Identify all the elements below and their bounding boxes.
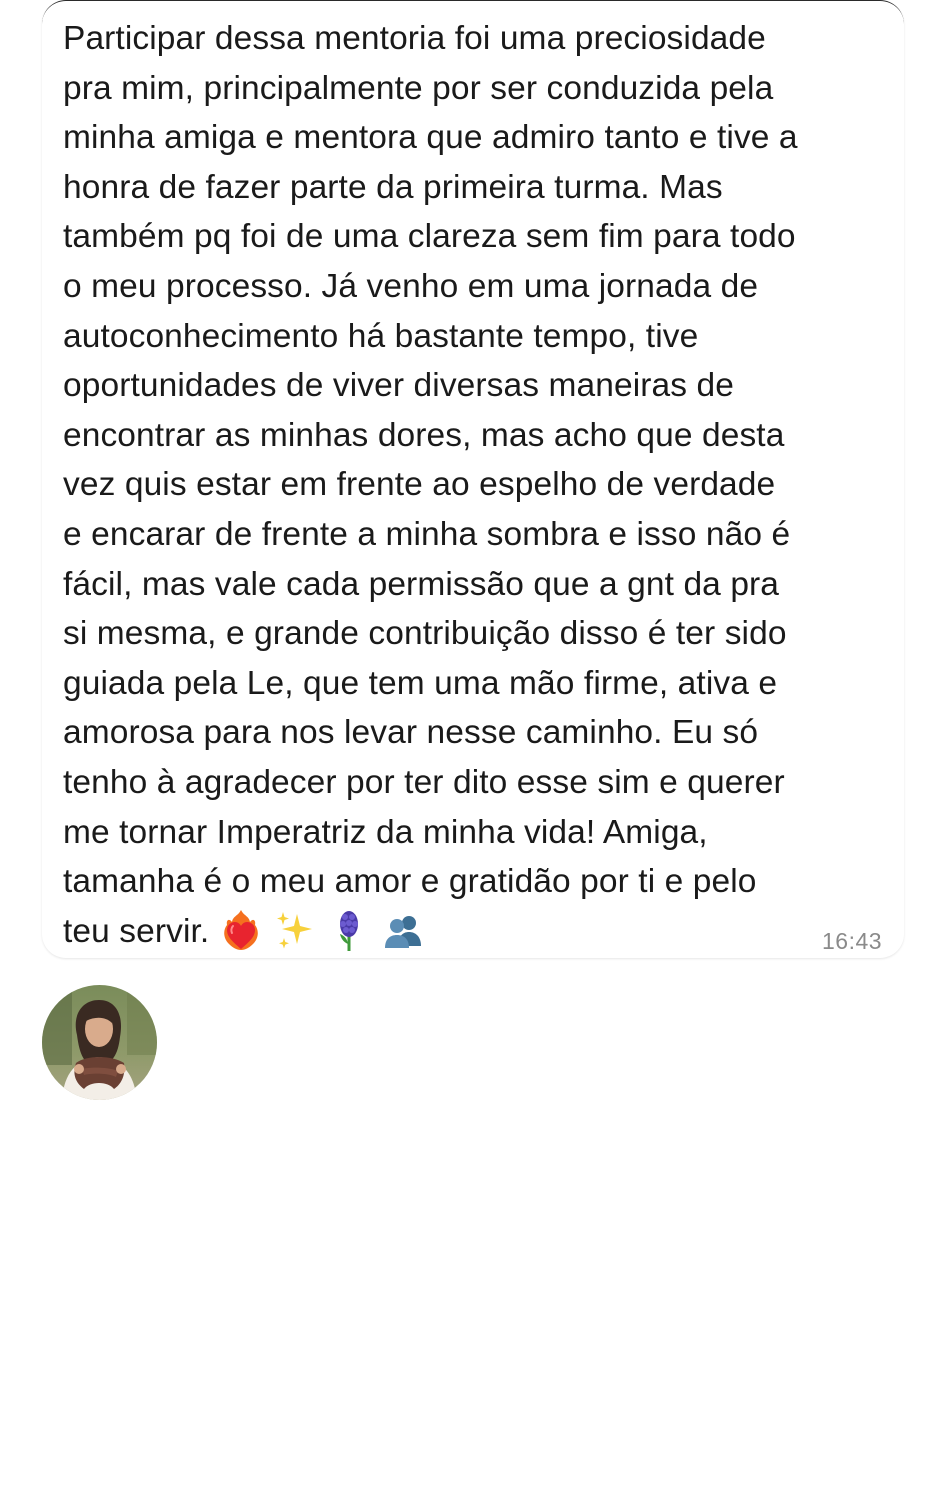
message-line: tamanha é o meu amor e gratidão por ti e… [63,863,757,901]
heart-on-fire-icon [219,908,263,952]
message-line: amorosa para nos levar nesse caminho. Eu… [63,714,759,752]
message-line: o meu processo. Já venho em uma jornada … [63,267,759,305]
hyacinth-icon [327,908,371,952]
message-line: autoconhecimento há bastante tempo, tive [63,317,699,355]
message-line: guiada pela Le, que tem uma mão firme, a… [63,664,778,702]
message-line: fácil, mas vale cada permissão que a gnt… [63,565,780,603]
message-timestamp: 16:43 [822,928,883,954]
message-line: encontrar as minhas dores, mas acho que … [63,416,785,454]
message-line: também pq foi de uma clareza sem fim par… [63,218,796,256]
busts-in-silhouette-icon [381,908,425,952]
message-line: e encarar de frente a minha sombra e iss… [63,515,791,553]
message-line: pra mim, principalmente por ser conduzid… [63,69,774,107]
message-line: teu servir. [63,912,210,950]
message-line: Participar dessa mentoria foi uma precio… [63,20,766,57]
message-line: vez quis estar em frente ao espelho de v… [63,466,776,504]
sparkles-icon [273,908,317,952]
message-line: minha amiga e mentora que admiro tanto e… [63,119,798,157]
chat-area: Participar dessa mentoria foi uma precio… [0,0,950,1500]
message-line: si mesma, e grande contribuição disso é … [63,615,787,653]
message-line: oportunidades de viver diversas maneiras… [63,367,734,405]
message-text: Participar dessa mentoria foi uma precio… [63,14,893,956]
message-last-line: teu servir. [63,907,893,957]
message-line: honra de fazer parte da primeira turma. … [63,168,723,206]
message-line: me tornar Imperatriz da minha vida! Amig… [63,813,708,851]
message-line: tenho à agradecer por ter dito esse sim … [63,763,785,801]
sender-avatar[interactable] [42,985,157,1100]
